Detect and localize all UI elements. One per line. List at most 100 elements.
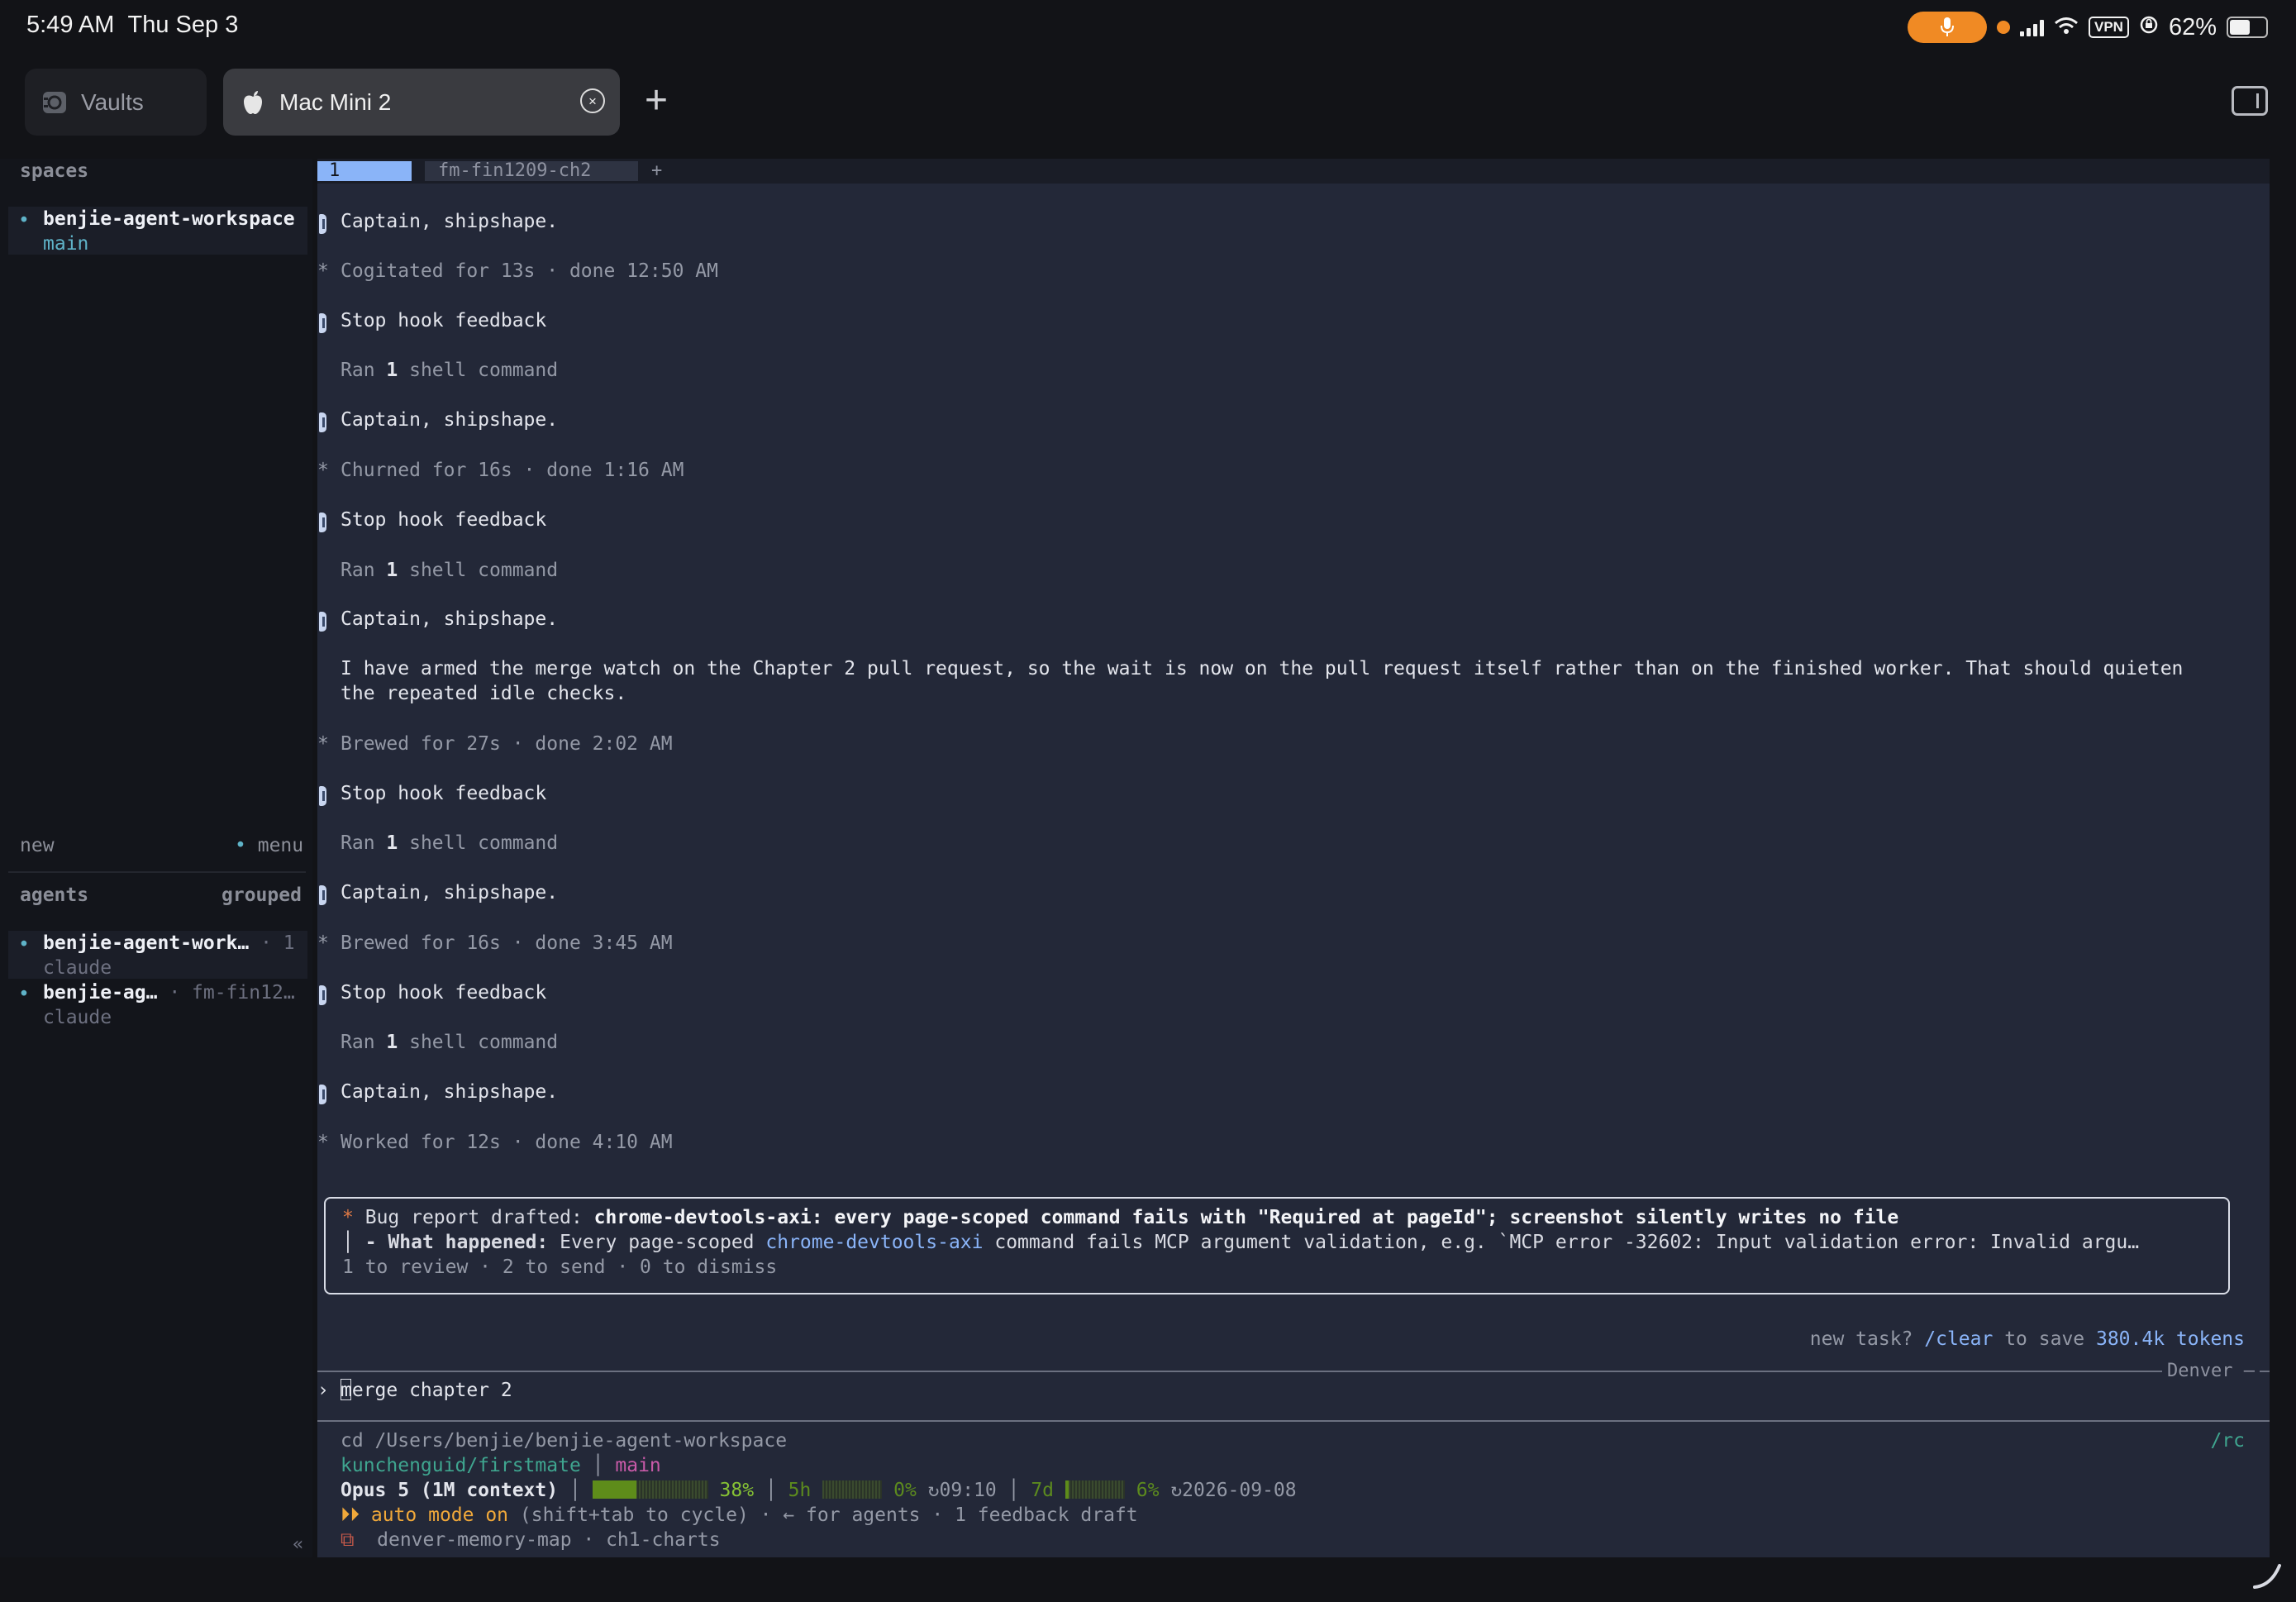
branch-name: main [615, 1455, 661, 1476]
status-indicators: VPN 62% [1907, 12, 2268, 43]
bug-report-detail-line: │ - What happened: Every page-scoped chr… [342, 1232, 2140, 1253]
rotation-lock-icon [2139, 14, 2159, 41]
resize-handle-icon[interactable] [2251, 1559, 2284, 1592]
agent-extra: · 1 [260, 932, 295, 954]
cwd-line: cd /Users/benjie/benjie-agent-workspace [341, 1430, 788, 1452]
5h-usage-bar [822, 1480, 883, 1499]
status-time: 5:49 AM Thu Sep 3 [26, 12, 238, 39]
agent-type: claude [43, 957, 112, 979]
agent-item[interactable]: benjie-ag… · fm-fin12… [43, 982, 295, 1004]
transcript-line: Captain, shipshape. [341, 409, 559, 431]
message-marker-icon [319, 612, 326, 632]
bug-report-actions[interactable]: 1 to review · 2 to send · 0 to dismiss [342, 1255, 777, 1280]
clock-time: 5:49 AM [26, 12, 115, 38]
sidebar: spaces • benjie-agent-workspace main new… [0, 159, 312, 1557]
model-name: Opus 5 (1M context) [341, 1480, 559, 1501]
location-label: Denver — [2162, 1359, 2260, 1384]
agent-extra: · fm-fin12… [169, 982, 295, 1004]
message-marker-icon [319, 1085, 326, 1104]
transcript-line: Brewed for 27s · done 2:02 AM [341, 733, 673, 755]
recording-dot-icon [1996, 21, 2010, 34]
input-bottom-border [317, 1420, 2270, 1422]
transcript-line: Stop hook feedback [341, 310, 547, 331]
agent-status-dot-icon: • [18, 934, 30, 956]
collapse-sidebar-icon[interactable]: « [293, 1534, 303, 1555]
spaces-header: spaces [20, 160, 89, 182]
transcript-line: Captain, shipshape. [341, 1081, 559, 1103]
repo-line: kunchenguid/firstmate │ main [341, 1455, 661, 1476]
space-branch: main [43, 233, 89, 255]
terminal[interactable]: 1 fm-fin1209-ch2 + Captain, shipshape. *… [317, 159, 2270, 1557]
transcript-line: Worked for 12s · done 4:10 AM [341, 1132, 673, 1153]
mode-line: ⏵⏵ auto mode on (shift+tab to cycle) · ←… [341, 1504, 1138, 1526]
transcript-line: Stop hook feedback [341, 509, 547, 531]
close-tab-icon[interactable]: × [580, 88, 605, 113]
tasks-list[interactable]: denver-memory-map · ch1-charts [377, 1529, 720, 1551]
message-marker-icon [319, 885, 326, 905]
agent-name: benjie-agent-work… [43, 932, 250, 954]
tab-mac-mini-label: Mac Mini 2 [279, 88, 392, 115]
activity-star-icon: * [317, 260, 329, 282]
clear-command[interactable]: /clear [1924, 1328, 1993, 1350]
menu-label: menu [257, 835, 304, 856]
new-tab-icon[interactable]: + [645, 79, 668, 122]
transcript-line: Captain, shipshape. [341, 882, 559, 904]
sidebar-toggle-icon[interactable] [2232, 86, 2268, 116]
terminal-new-tab-icon[interactable]: + [651, 161, 662, 181]
activity-star-icon: * [317, 932, 329, 954]
space-name[interactable]: benjie-agent-workspace [43, 208, 295, 230]
grouped-toggle[interactable]: grouped [222, 884, 302, 906]
transcript-line: Stop hook feedback [341, 982, 547, 1004]
vault-icon [41, 89, 68, 116]
bug-report-title-line: * Bug report drafted: chrome-devtools-ax… [342, 1207, 1899, 1228]
prompt-input-value: merge chapter 2 [341, 1380, 512, 1401]
apple-icon [240, 89, 266, 116]
new-space-button[interactable]: new [20, 835, 55, 856]
tasks-icon: ⧉ [341, 1529, 355, 1551]
menu-button[interactable]: • menu [235, 835, 303, 856]
message-marker-icon [319, 786, 326, 806]
cellular-signal-icon [2019, 18, 2044, 36]
auto-mode-icon: ⏵⏵ [341, 1504, 360, 1526]
terminal-tab-fm-fin1209-ch2[interactable]: fm-fin1209-ch2 [425, 161, 638, 181]
context-usage-bar [592, 1480, 708, 1499]
transcript-line: Brewed for 16s · done 3:45 AM [341, 932, 673, 954]
terminal-tab-1[interactable]: 1 [317, 161, 412, 181]
auto-mode-status[interactable]: auto mode on [371, 1504, 508, 1526]
transcript-line: Captain, shipshape. [341, 608, 559, 630]
tasks-line: ⧉ denver-memory-map · ch1-charts [341, 1528, 721, 1552]
bug-report-title: chrome-devtools-axi: every page-scoped c… [593, 1207, 1899, 1228]
agent-name: benjie-ag… [43, 982, 158, 1004]
transcript-line: Ran 1 shell command [341, 832, 559, 854]
activity-star-icon: * [317, 460, 329, 481]
vpn-badge: VPN [2088, 17, 2129, 38]
menu-dot-icon: • [235, 835, 246, 856]
repo-name: kunchenguid/firstmate [341, 1455, 581, 1476]
tab-mac-mini-2[interactable]: Mac Mini 2 × [223, 69, 620, 136]
transcript-line: Cogitated for 13s · done 12:50 AM [341, 260, 718, 282]
transcript-line: I have armed the merge watch on the Chap… [341, 658, 2184, 679]
tab-vaults[interactable]: Vaults [25, 69, 207, 136]
clock-date: Thu Sep 3 [127, 12, 239, 38]
tab-vaults-label: Vaults [81, 88, 144, 115]
battery-icon [2227, 17, 2268, 38]
transcript-line: Churned for 16s · done 1:16 AM [341, 460, 684, 481]
agent-status-dot-icon: • [18, 984, 30, 1005]
sidebar-divider [8, 871, 306, 873]
terminal-tab-bar: 1 fm-fin1209-ch2 + [317, 159, 2270, 184]
agent-type: claude [43, 1007, 112, 1028]
rc-link[interactable]: /rc [2210, 1428, 2245, 1453]
context-usage-pct: 38% [719, 1480, 755, 1501]
5h-usage-pct: 0% [893, 1480, 917, 1501]
transcript-line: Captain, shipshape. [341, 211, 559, 232]
input-top-border [317, 1371, 2270, 1372]
prompt-glyph-icon: › [317, 1380, 329, 1401]
space-status-dot-icon: • [18, 210, 30, 231]
bug-report-panel[interactable]: * Bug report drafted: chrome-devtools-ax… [324, 1197, 2230, 1294]
message-marker-icon [319, 412, 326, 432]
message-marker-icon [319, 214, 326, 234]
prompt-input[interactable]: merge chapter 2 [341, 1378, 512, 1403]
agent-item[interactable]: benjie-agent-work… · 1 [43, 932, 295, 954]
transcript-line: the repeated idle checks. [341, 683, 627, 704]
activity-star-icon: * [317, 1132, 329, 1153]
